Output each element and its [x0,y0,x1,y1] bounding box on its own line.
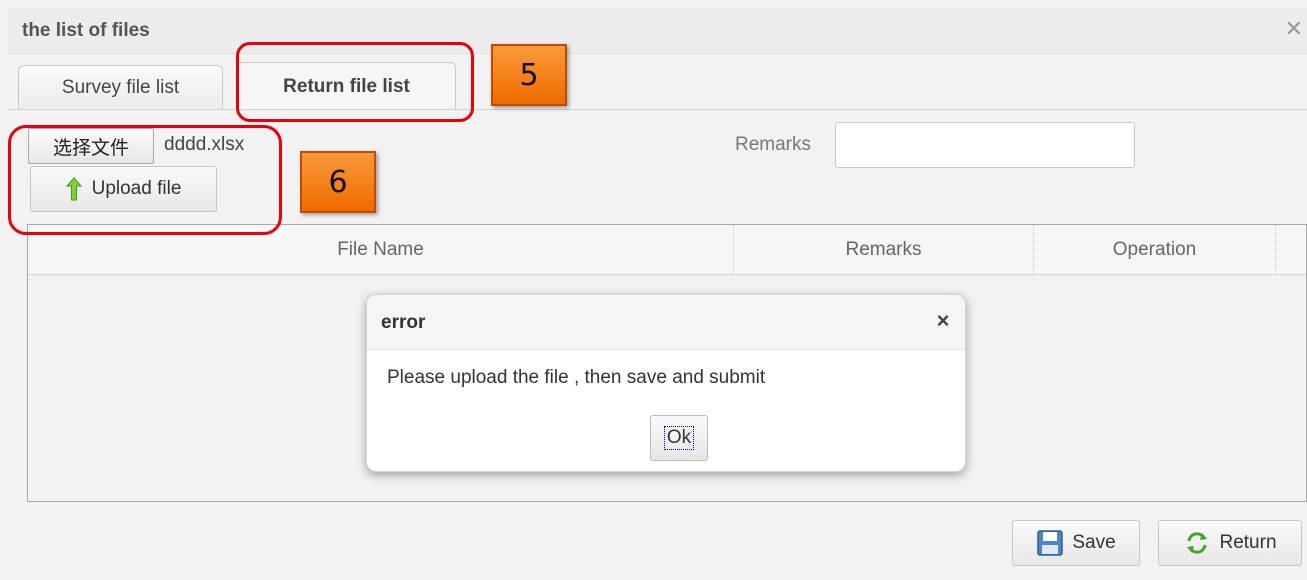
ok-label: Ok [663,426,695,450]
column-header-file-name[interactable]: File Name [28,225,734,275]
window-titlebar: the list of files ✕ [8,8,1307,54]
dialog-header: error × [367,295,965,350]
upload-file-button[interactable]: Upload file [30,166,217,212]
table-header: File Name Remarks Operation [28,225,1306,275]
up-arrow-icon [65,177,82,201]
tab-survey-file-list[interactable]: Survey file list [18,65,223,110]
dialog-message: Please upload the file , then save and s… [387,367,766,388]
tab-strip-divider [8,109,1307,110]
save-label: Save [1072,532,1116,553]
refresh-arrows-icon [1187,532,1208,554]
window-title: the list of files [22,20,150,41]
annotation-badge-5: 5 [491,44,567,106]
tab-return-file-list[interactable]: Return file list [237,62,456,110]
dialog-close-icon[interactable]: × [929,307,957,335]
file-list-window: the list of files ✕ Survey file list Ret… [0,0,1307,580]
return-label: Return [1219,532,1277,553]
upload-file-label: Upload file [91,178,182,199]
annotation-badge-6: 6 [300,151,376,213]
selected-file-name: dddd.xlsx [164,134,245,155]
dialog-title: error [381,312,426,333]
remarks-input[interactable] [835,122,1135,168]
column-header-remarks[interactable]: Remarks [734,225,1034,275]
return-button[interactable]: Return [1158,520,1302,566]
column-header-operation[interactable]: Operation [1034,225,1276,275]
save-button[interactable]: Save [1012,520,1140,566]
window-close-icon[interactable]: ✕ [1285,18,1303,40]
remarks-label: Remarks [735,134,812,155]
ok-button[interactable]: Ok [650,415,708,461]
floppy-disk-icon [1037,530,1064,556]
choose-file-button[interactable]: 选择文件 [28,128,154,164]
error-dialog: error × Please upload the file , then sa… [366,294,966,472]
